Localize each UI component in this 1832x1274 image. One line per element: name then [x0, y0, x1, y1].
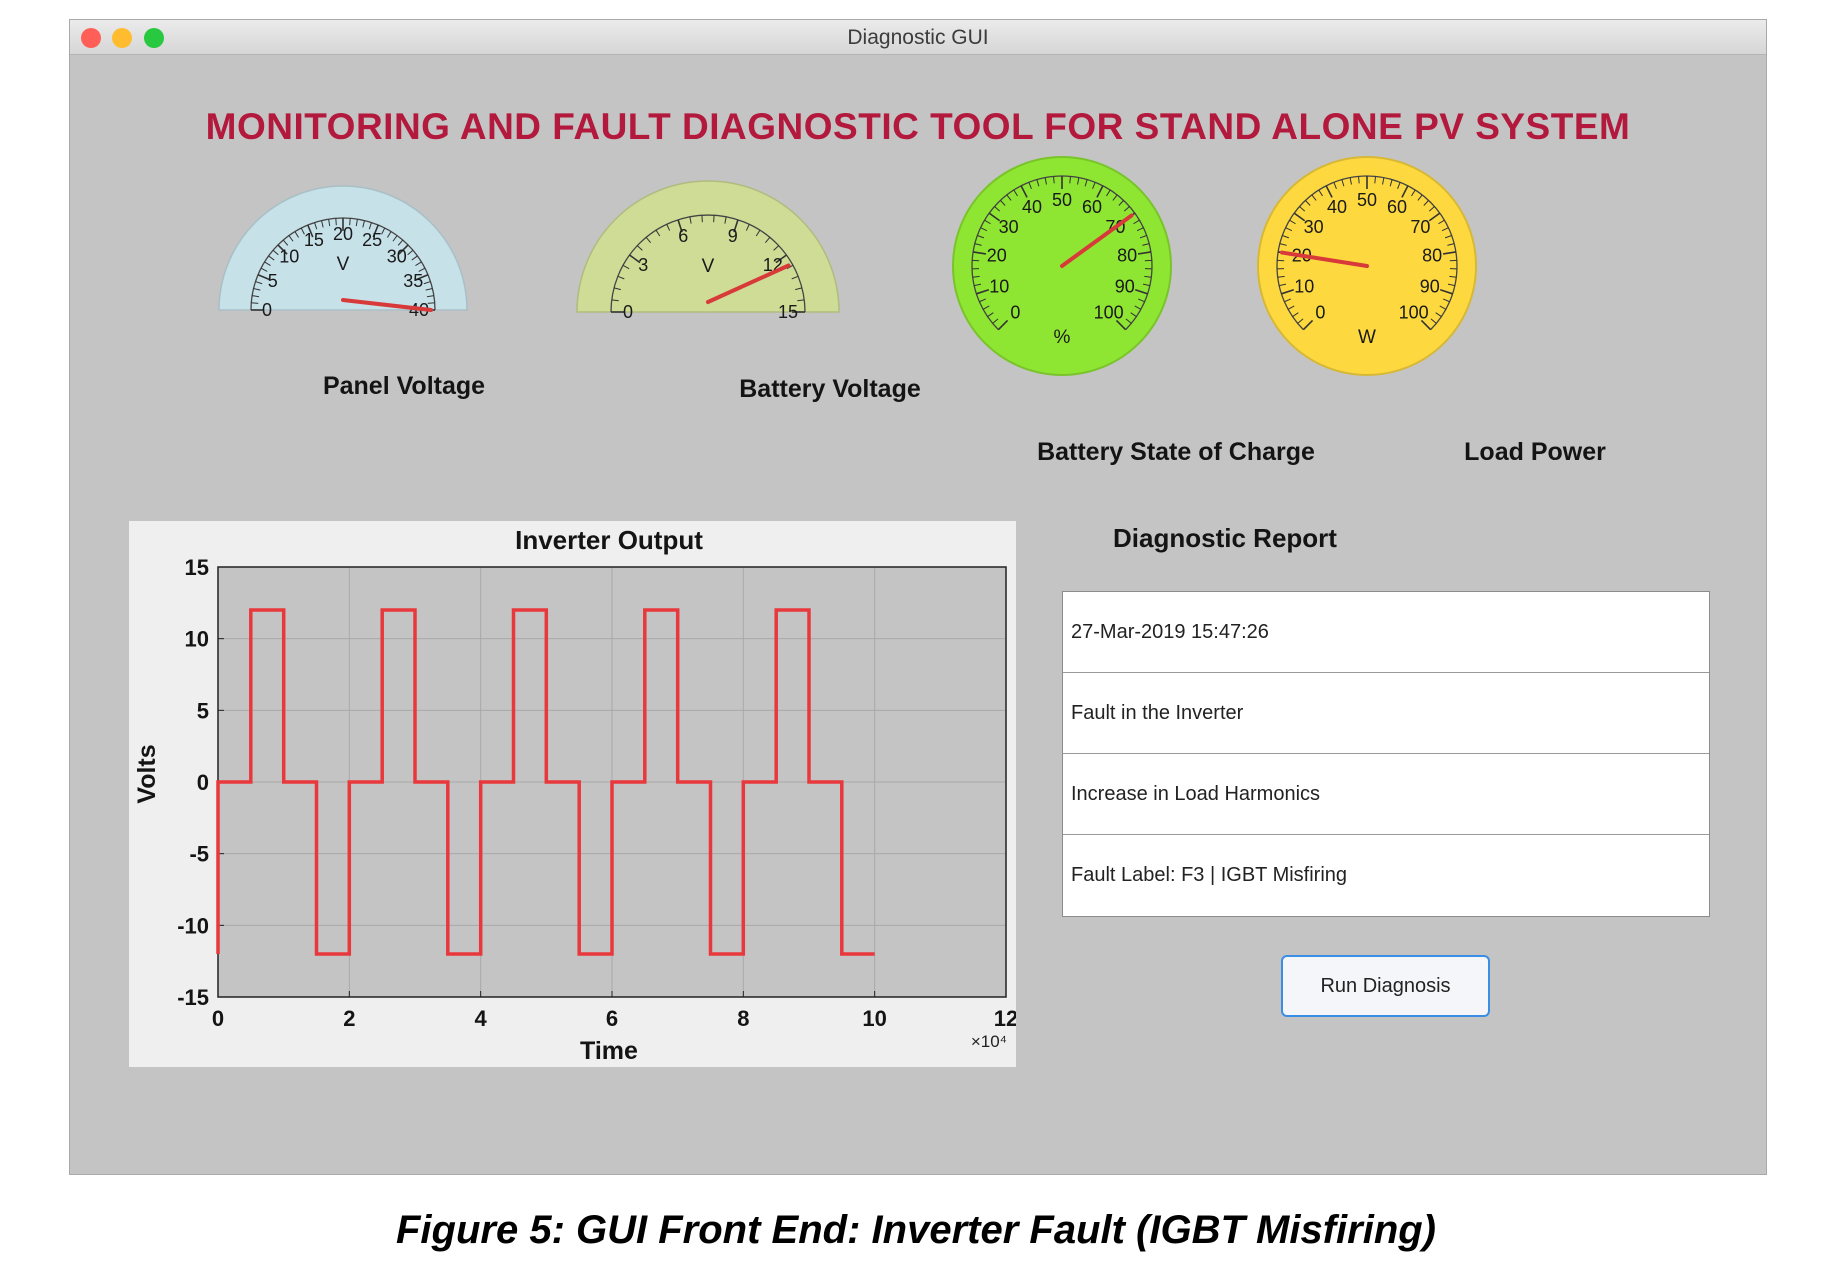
gauge-tick-label: 0 [1315, 303, 1325, 323]
gauges-area: 0510152025303540V03691215V01020304050607… [218, 156, 1477, 376]
gauge-tick-label: 80 [1422, 246, 1442, 266]
report-cause-line: Increase in Load Harmonics [1063, 754, 1709, 835]
y-tick-label: 15 [185, 555, 209, 580]
gauge-tick-label: 15 [778, 302, 798, 322]
gauge-minor-tick [1374, 176, 1376, 184]
gauge-tick-label: 10 [279, 246, 299, 266]
gauge-tick-label: 0 [623, 302, 633, 322]
gauge-tick-label: 0 [262, 300, 272, 320]
gauge-tick-label: 30 [387, 246, 407, 266]
gauge-1: 036 91215V [576, 180, 840, 322]
x-tick-label: 4 [475, 1006, 488, 1031]
gauge-tick-label: 60 [1387, 197, 1407, 217]
diagnostic-report-box: 27-Mar-2019 15:47:26 Fault in the Invert… [1062, 591, 1710, 917]
x-axis-multiplier: ×10⁴ [971, 1032, 1007, 1051]
gauge-tick-label: 30 [1304, 217, 1324, 237]
run-diagnosis-button[interactable]: Run Diagnosis [1281, 955, 1490, 1017]
gauge-tick-label: 35 [403, 271, 423, 291]
gauge-unit: V [337, 254, 350, 275]
y-axis-label: Volts [133, 744, 161, 803]
figure-caption: Figure 5: GUI Front End: Inverter Fault … [396, 1208, 1436, 1252]
gauge-tick-label: 100 [1094, 303, 1124, 323]
x-tick-label: 12 [994, 1006, 1016, 1031]
gauge-unit: W [1358, 327, 1376, 348]
chart-title: Inverter Output [515, 525, 703, 555]
gauge-tick-label: 0 [1010, 303, 1020, 323]
y-tick-label: -5 [189, 842, 209, 867]
gauge-tick-label: 20 [333, 224, 353, 244]
x-tick-label: 6 [606, 1006, 618, 1031]
report-fault-label: Fault Label: F3 | IGBT Misfiring [1071, 864, 1348, 886]
x-tick-label: 10 [862, 1006, 886, 1031]
y-tick-label: 10 [185, 627, 209, 652]
gauge-minor-tick [1053, 176, 1055, 184]
app-window: Diagnostic GUI MONITORING AND FAULT DIAG… [69, 19, 1767, 1175]
gauge-tick-label: 9 [728, 226, 738, 246]
gauge-tick-label: 25 [362, 230, 382, 250]
inverter-output-plot: Time Volts ×10⁴ 0 2 4 6 8 10 12 15 10 5 0 -5 -10 -15 I… [133, 525, 1018, 1065]
gauge-tick-label: 5 [268, 271, 278, 291]
gauge-face [576, 180, 840, 313]
gauge-tick-label: 3 [638, 255, 648, 275]
y-tick-label: -15 [177, 985, 209, 1010]
gauge-minor-tick [1069, 176, 1071, 184]
gauge-tick-label: 10 [989, 276, 1009, 296]
gauge-tick-label: 50 [1052, 190, 1072, 210]
title-bar: Diagnostic GUI [70, 20, 1766, 55]
window-title: Diagnostic GUI [847, 26, 989, 49]
gauge-tick-label: 50 [1357, 190, 1377, 210]
gauge-tick-label: 90 [1115, 276, 1135, 296]
y-tick-label: 0 [197, 770, 209, 795]
gauge-tick-label: 70 [1410, 217, 1430, 237]
gauge-minor-tick [251, 302, 259, 304]
gauge-minor-tick [1358, 176, 1360, 184]
gauge-unit: V [702, 256, 715, 277]
gauge-tick-label: 80 [1117, 246, 1137, 266]
gauge-tick-label: 20 [987, 246, 1007, 266]
gauge-tick-label: 15 [304, 230, 324, 250]
gauge-2: 0102030405060708090100% [952, 156, 1172, 376]
gauge-tick-label: 30 [999, 217, 1019, 237]
gauge-tick-label: 60 [1082, 197, 1102, 217]
diagnostic-report-heading: Diagnostic Report [1113, 523, 1337, 553]
report-fault-line: Fault in the Inverter [1063, 673, 1709, 754]
plot-area [216, 566, 1007, 998]
gauge-tick-label: 10 [1294, 276, 1314, 296]
report-timestamp: 27-Mar-2019 15:47:26 [1063, 592, 1709, 673]
gauge-0: 0510152025303540V [218, 185, 468, 320]
gauge-unit: % [1054, 327, 1071, 348]
gauge-tick-label: 90 [1420, 276, 1440, 296]
battery-soc-label: Battery State of Charge [1037, 438, 1315, 466]
y-tick-label: 5 [197, 698, 209, 723]
gauge-tick-label: 6 [678, 226, 688, 246]
inverter-output-chart: Time Volts ×10⁴ 0 2 4 6 8 10 12 15 10 5 0 -5 -10 -15 I… [129, 521, 1018, 1067]
gauge-3: 0102030405060708090100W [1257, 156, 1477, 376]
panel-voltage-label: Panel Voltage [322, 372, 486, 400]
gauge-tick-label: 40 [1327, 197, 1347, 217]
gauge-tick-label: 40 [1022, 197, 1042, 217]
y-tick-label: -10 [177, 913, 209, 938]
gauge-face [218, 185, 468, 311]
load-power-label: Load Power [1464, 438, 1606, 466]
x-axis-label: Time [580, 1037, 638, 1065]
x-tick-label: 0 [212, 1006, 224, 1031]
gauge-tick-label: 100 [1399, 303, 1429, 323]
x-tick-label: 2 [343, 1006, 355, 1031]
battery-voltage-label: Battery Voltage [739, 375, 921, 403]
x-tick-label: 8 [737, 1006, 749, 1031]
